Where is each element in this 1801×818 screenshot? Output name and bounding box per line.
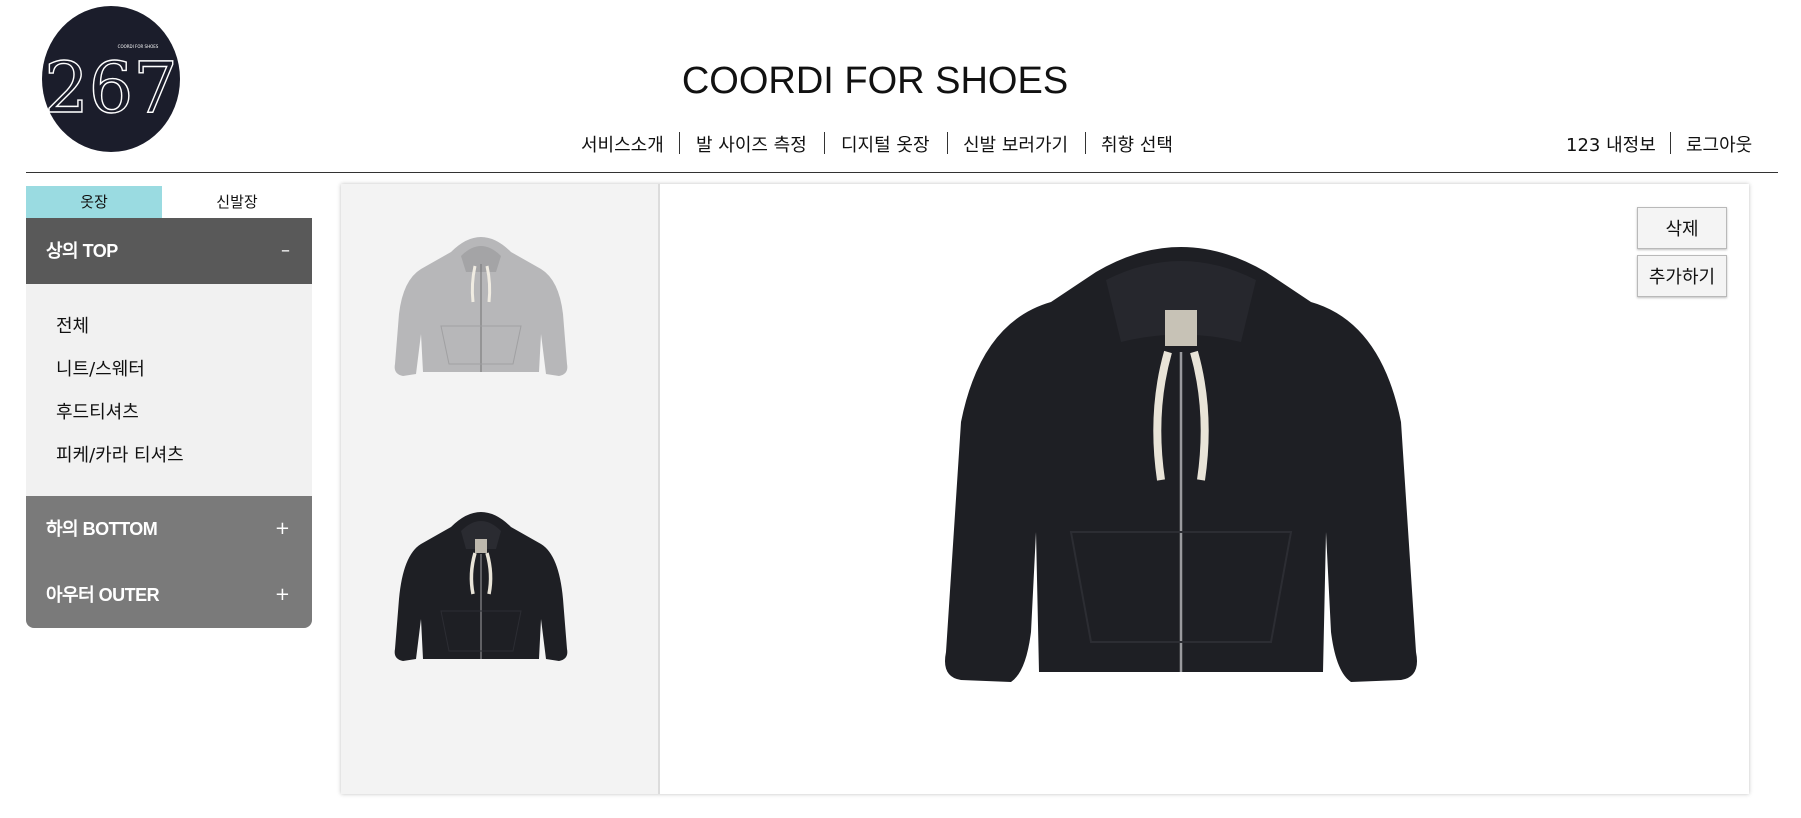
add-button[interactable]: 추가하기 — [1637, 255, 1727, 297]
thumbnail-list — [341, 184, 660, 794]
site-title: COORDI FOR SHOES — [681, 60, 1069, 102]
header-divider — [26, 172, 1778, 173]
category-top-label: 상의 TOP — [46, 241, 118, 261]
delete-button[interactable]: 삭제 — [1637, 207, 1727, 249]
closet-content-panel: 삭제 추가하기 — [341, 184, 1749, 794]
logout-link[interactable]: 로그아웃 — [1686, 131, 1752, 157]
black-zip-hoodie-image — [394, 512, 568, 661]
subcategory-knit-sweater[interactable]: 니트/스웨터 — [56, 355, 145, 381]
category-bottom-header[interactable]: 하의 BOTTOM + — [26, 496, 312, 562]
my-info-link[interactable]: 123 내정보 — [1566, 131, 1656, 157]
tab-closet[interactable]: 옷장 — [26, 186, 162, 218]
nav-divider — [1670, 132, 1671, 154]
selected-item-preview — [911, 232, 1451, 752]
subcategory-hoodie[interactable]: 후드티셔츠 — [56, 398, 139, 424]
gray-zip-hoodie-thumbnail[interactable] — [381, 214, 581, 394]
logo-text: 267 — [44, 47, 178, 129]
subcategory-pique-collar[interactable]: 피케/카라 티셔츠 — [56, 441, 184, 467]
black-zip-hoodie-image — [945, 247, 1417, 682]
category-outer-label: 아우터 OUTER — [46, 585, 160, 605]
user-nav: 123 내정보 로그아웃 — [0, 131, 1801, 157]
collapse-icon[interactable]: – — [281, 218, 290, 284]
subcategory-all[interactable]: 전체 — [56, 312, 89, 338]
tab-shoe-rack[interactable]: 신발장 — [162, 186, 312, 218]
category-top-list: 전체 니트/스웨터 후드티셔츠 피케/카라 티셔츠 — [26, 284, 312, 496]
black-zip-hoodie-thumbnail[interactable] — [381, 499, 581, 679]
category-outer-header[interactable]: 아우터 OUTER + — [26, 562, 312, 628]
category-bottom-label: 하의 BOTTOM — [46, 519, 158, 539]
category-top-header[interactable]: 상의 TOP – — [26, 218, 312, 284]
sidebar-tabs: 옷장 신발장 — [26, 186, 312, 218]
expand-icon[interactable]: + — [275, 496, 290, 562]
logo-small-text: COORDI FOR SHOES — [118, 44, 159, 49]
gray-zip-hoodie-image — [394, 237, 568, 376]
expand-icon[interactable]: + — [275, 562, 290, 628]
